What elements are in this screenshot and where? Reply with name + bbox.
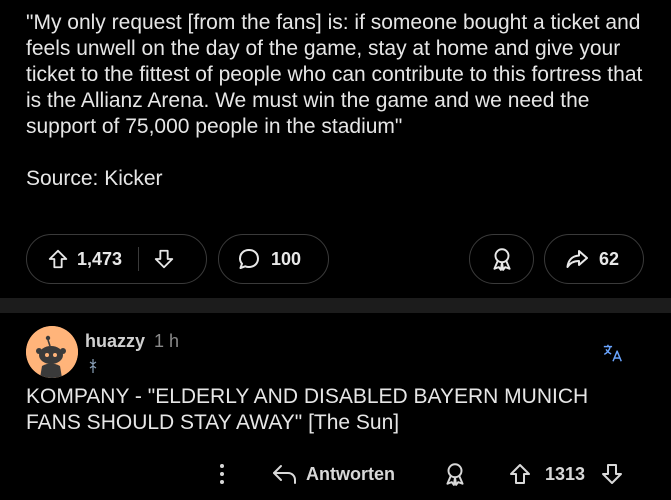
award-icon [492, 248, 511, 271]
post-action-bar: 1,473 100 62 [26, 234, 646, 286]
comment-header: huazzy 1 h [85, 331, 179, 352]
upvote-count: 1,473 [77, 248, 123, 269]
upvote-button[interactable] [47, 248, 69, 270]
award-button[interactable] [469, 234, 534, 284]
share-button[interactable]: 62 [544, 234, 644, 284]
snoo-avatar-icon [26, 326, 78, 378]
comment-timestamp: 1 h [154, 331, 180, 351]
section-divider [0, 298, 671, 313]
arrow-up-icon [510, 464, 530, 484]
comment-award-button[interactable] [442, 456, 468, 492]
share-count: 62 [599, 248, 620, 269]
username[interactable]: huazzy [85, 331, 145, 351]
comments-button[interactable]: 100 [218, 234, 329, 284]
vertical-dots-icon [220, 464, 224, 484]
arrow-up-icon [48, 249, 68, 269]
avatar[interactable] [26, 326, 78, 378]
share-arrow-icon [566, 250, 588, 268]
reply-button[interactable]: Antworten [272, 456, 395, 492]
award-icon [446, 463, 464, 486]
vote-pill: 1,473 [26, 234, 207, 284]
flair-icon [89, 359, 97, 373]
comment-upvote-button[interactable] [508, 456, 532, 492]
comment-downvote-button[interactable] [600, 456, 624, 492]
arrow-down-icon [154, 249, 174, 269]
reply-label: Antworten [306, 463, 395, 484]
comment-score: 1313 [545, 463, 586, 484]
reply-arrow-icon [273, 465, 296, 484]
post-quote: "My only request [from the fans] is: if … [26, 11, 643, 138]
post-source: Source: Kicker [26, 167, 163, 190]
post-body: "My only request [from the fans] is: if … [26, 10, 646, 192]
speech-bubble-icon [239, 249, 259, 269]
translate-icon [603, 344, 622, 362]
comment-count: 100 [271, 248, 302, 269]
downvote-button[interactable] [153, 248, 175, 270]
arrow-down-icon [602, 464, 622, 484]
comment-action-bar: Antworten 1313 [0, 456, 671, 492]
translate-button[interactable] [602, 342, 624, 369]
vote-separator [138, 247, 140, 271]
comment-text: KOMPANY - "ELDERLY AND DISABLED BAYERN M… [26, 385, 589, 434]
more-options-button[interactable] [212, 456, 232, 492]
